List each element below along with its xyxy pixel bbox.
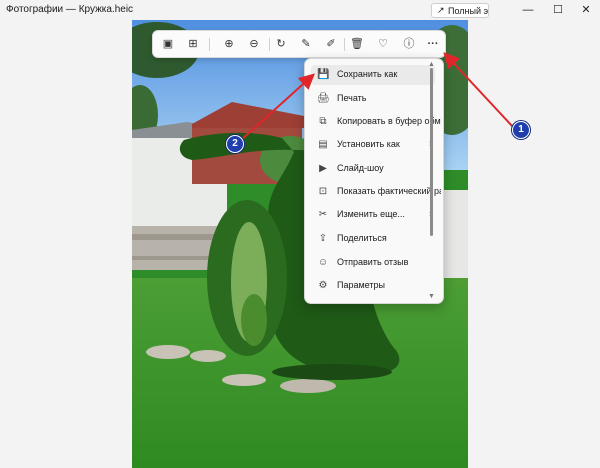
- annotation-arrows: [239, 52, 514, 142]
- arrow-2: [239, 73, 315, 142]
- callout-badge-1: 1: [512, 121, 530, 139]
- callout-badge-2: 2: [226, 135, 244, 153]
- arrow-1: [443, 52, 514, 128]
